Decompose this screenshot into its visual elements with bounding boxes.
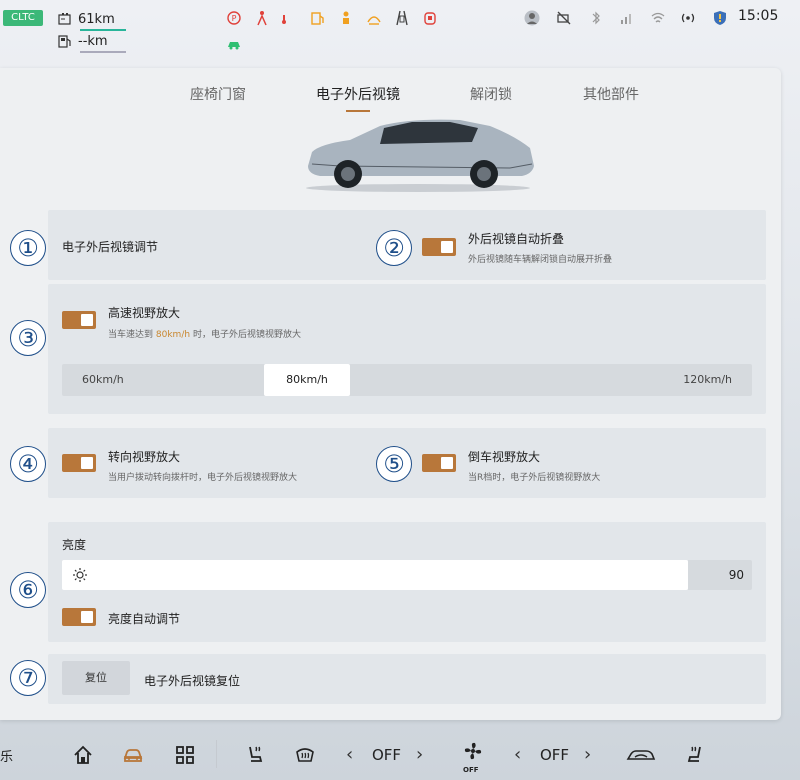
status-bar: CLTC 61km --km P 15:05 xyxy=(0,0,800,62)
airbag-off-icon xyxy=(338,10,354,26)
seat-heat-left-icon[interactable] xyxy=(244,744,266,766)
turn-view-subtitle: 当用户拨动转向拨杆时，电子外后视镜视野放大 xyxy=(108,473,298,483)
seat-heat-right-icon[interactable] xyxy=(684,744,706,766)
annotation-3: ③ xyxy=(10,320,46,356)
reverse-view-title: 倒车视野放大 xyxy=(468,450,541,464)
high-speed-view-title: 高速视野放大 xyxy=(108,306,181,320)
brightness-value: 90 xyxy=(728,568,744,582)
brightness-slider[interactable] xyxy=(62,560,688,590)
annotation-6: ⑥ xyxy=(10,572,46,608)
reset-title: 电子外后视镜复位 xyxy=(144,674,241,688)
temp-left-increase[interactable]: › xyxy=(416,744,423,765)
brightness-card: 亮度 90 亮度自动调节 xyxy=(48,522,766,642)
reset-card: 复位 电子外后视镜复位 xyxy=(48,654,766,704)
broadcast-icon xyxy=(680,10,696,26)
seatbelt-warning-icon xyxy=(254,10,270,26)
annotation-5: ⑤ xyxy=(376,446,412,482)
lane-assist-icon xyxy=(394,10,410,26)
tab-bar: 座椅门窗 电子外后视镜 解闭锁 其他部件 xyxy=(0,68,781,112)
auto-fold-subtitle: 外后视镜随车辆解闭锁自动展开折叠 xyxy=(468,255,613,265)
cellular-signal-icon xyxy=(618,10,634,26)
door-open-icon xyxy=(422,10,438,26)
fuel-range-value: --km xyxy=(78,33,108,49)
coolant-temp-icon xyxy=(276,10,292,26)
high-speed-view-card: 高速视野放大 当车速达到 80km/h 时，电子外后视镜视野放大 60km/h … xyxy=(48,284,766,414)
auto-fold-toggle[interactable] xyxy=(422,238,456,256)
reverse-view-subtitle: 当R档时，电子外后视镜视野放大 xyxy=(468,473,601,483)
tab-electronic-mirrors-label: 电子外后视镜 xyxy=(316,87,400,103)
tab-seats-windows[interactable]: 座椅门窗 xyxy=(190,84,246,104)
annotation-7: ⑦ xyxy=(10,660,46,696)
temp-left-decrease[interactable]: ‹ xyxy=(346,744,353,765)
active-tab-underline xyxy=(346,110,370,112)
apps-grid-icon[interactable] xyxy=(174,744,196,766)
fuel-warning-icon xyxy=(310,10,326,26)
annotation-2: ② xyxy=(376,230,412,266)
annotation-1: ① xyxy=(10,230,46,266)
electric-range: 61km xyxy=(58,10,126,31)
auto-brightness-toggle[interactable] xyxy=(62,608,96,626)
cltc-badge: CLTC xyxy=(3,10,43,26)
annotation-4: ④ xyxy=(10,446,46,482)
turn-view-title: 转向视野放大 xyxy=(108,450,181,464)
fuel-range: --km xyxy=(58,32,126,53)
vehicle-settings-icon[interactable] xyxy=(122,744,144,766)
parking-brake-icon: P xyxy=(226,10,242,26)
electric-range-value: 61km xyxy=(78,11,115,27)
car-illustration xyxy=(306,119,534,192)
wifi-icon xyxy=(650,10,666,26)
tab-other-parts[interactable]: 其他部件 xyxy=(583,84,639,104)
speed-selector[interactable]: 60km/h 80km/h 120km/h xyxy=(62,364,752,396)
temp-right-increase[interactable]: › xyxy=(584,744,591,765)
user-avatar-icon[interactable] xyxy=(524,10,540,26)
auto-fold-title: 外后视镜自动折叠 xyxy=(468,232,565,246)
tab-lock-unlock[interactable]: 解闭锁 xyxy=(470,84,512,104)
high-speed-view-toggle[interactable] xyxy=(62,311,96,329)
speed-option-80-selected[interactable]: 80km/h xyxy=(264,364,350,396)
bottom-dock: 乐 ‹ OFF › OFF ‹ OFF › xyxy=(0,730,800,780)
bluetooth-icon xyxy=(588,10,604,26)
speed-option-60[interactable]: 60km/h xyxy=(82,373,124,386)
brightness-title: 亮度 xyxy=(62,538,87,552)
ready-car-icon xyxy=(226,36,242,52)
security-shield-icon xyxy=(712,10,728,26)
right-temp-value: OFF xyxy=(540,746,570,764)
sun-icon xyxy=(73,568,87,582)
left-temp-value: OFF xyxy=(372,746,402,764)
speed-option-120[interactable]: 120km/h xyxy=(683,373,732,386)
front-defrost-icon[interactable] xyxy=(294,744,316,766)
reverse-view-toggle[interactable] xyxy=(422,454,456,472)
auto-brightness-label: 亮度自动调节 xyxy=(108,612,181,626)
reset-button[interactable]: 复位 xyxy=(62,661,130,695)
mirror-adjust-title[interactable]: 电子外后视镜调节 xyxy=(62,238,158,255)
battery-charge-icon xyxy=(58,13,71,25)
temp-right-decrease[interactable]: ‹ xyxy=(514,744,521,765)
settings-panel: 座椅门窗 电子外后视镜 解闭锁 其他部件 电子外后视镜调节 外后视镜自动折叠 外… xyxy=(0,68,781,720)
high-speed-view-subtitle: 当车速达到 80km/h 时，电子外后视镜视野放大 xyxy=(108,330,301,340)
clock: 15:05 xyxy=(738,8,779,24)
fan-icon[interactable] xyxy=(462,740,484,762)
svg-text:P: P xyxy=(232,14,237,23)
air-recirculation-icon[interactable] xyxy=(626,744,656,766)
traction-off-icon xyxy=(366,10,382,26)
home-icon[interactable] xyxy=(72,744,94,766)
car-camera-off-icon xyxy=(556,10,572,26)
brightness-value-box: 90 xyxy=(688,560,752,590)
tab-electronic-mirrors[interactable]: 电子外后视镜 xyxy=(316,84,400,112)
fan-status: OFF xyxy=(463,766,479,774)
turn-view-toggle[interactable] xyxy=(62,454,96,472)
media-edge-text[interactable]: 乐 xyxy=(0,746,13,765)
fuel-pump-icon xyxy=(58,35,71,48)
